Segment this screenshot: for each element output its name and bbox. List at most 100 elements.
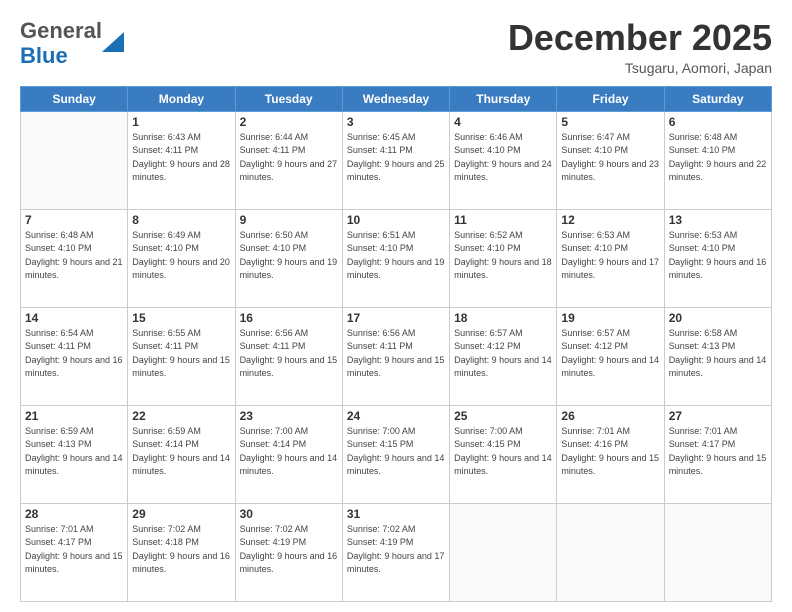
day-number: 3 [347, 115, 445, 129]
day-number: 16 [240, 311, 338, 325]
day-info: Sunrise: 6:57 AMSunset: 4:12 PMDaylight:… [561, 327, 659, 381]
calendar-cell-w3-d0: 21Sunrise: 6:59 AMSunset: 4:13 PMDayligh… [21, 405, 128, 503]
day-number: 30 [240, 507, 338, 521]
day-number: 22 [132, 409, 230, 423]
day-number: 5 [561, 115, 659, 129]
calendar-cell-w1-d3: 10Sunrise: 6:51 AMSunset: 4:10 PMDayligh… [342, 209, 449, 307]
calendar-cell-w4-d3: 31 Sunrise: 7:02 AMSunset: 4:19 PMDayligh… [342, 503, 449, 601]
month-title: December 2025 [508, 18, 772, 58]
day-info: Sunrise: 6:43 AMSunset: 4:11 PMDaylight:… [132, 131, 230, 185]
day-number: 29 [132, 507, 230, 521]
calendar-cell-w1-d0: 7 Sunrise: 6:48 AMSunset: 4:10 PMDaylight… [21, 209, 128, 307]
day-info: Sunrise: 6:56 AMSunset: 4:11 PMDaylight:… [347, 327, 445, 381]
day-info: Sunrise: 7:01 AMSunset: 4:16 PMDaylight:… [561, 425, 659, 479]
calendar-cell-w1-d4: 11 Sunrise: 6:52 AMSunset: 4:10 PMDayligh… [450, 209, 557, 307]
calendar-cell-w4-d2: 30 Sunrise: 7:02 AMSunset: 4:19 PMDayligh… [235, 503, 342, 601]
calendar-cell-w4-d0: 28Sunrise: 7:01 AMSunset: 4:17 PMDayligh… [21, 503, 128, 601]
day-number: 11 [454, 213, 552, 227]
day-number: 9 [240, 213, 338, 227]
day-info: Sunrise: 6:59 AMSunset: 4:13 PMDaylight:… [25, 425, 123, 479]
calendar-cell-w2-d3: 17 Sunrise: 6:56 AMSunset: 4:11 PMDayligh… [342, 307, 449, 405]
week-row-2: 14 Sunrise: 6:54 AMSunset: 4:11 PMDayligh… [21, 307, 772, 405]
day-number: 20 [669, 311, 767, 325]
day-info: Sunrise: 6:53 AMSunset: 4:10 PMDaylight:… [561, 229, 659, 283]
calendar-cell-w4-d5 [557, 503, 664, 601]
calendar-table: Sunday Monday Tuesday Wednesday Thursday… [20, 86, 772, 602]
calendar-cell-w3-d2: 23 Sunrise: 7:00 AMSunset: 4:14 PMDayligh… [235, 405, 342, 503]
calendar-cell-w3-d4: 25Sunrise: 7:00 AMSunset: 4:15 PMDayligh… [450, 405, 557, 503]
day-number: 6 [669, 115, 767, 129]
day-info: Sunrise: 6:48 AMSunset: 4:10 PMDaylight:… [25, 229, 123, 283]
day-number: 19 [561, 311, 659, 325]
day-number: 4 [454, 115, 552, 129]
day-info: Sunrise: 7:02 AMSunset: 4:18 PMDaylight:… [132, 523, 230, 577]
calendar-cell-w0-d6: 6 Sunrise: 6:48 AMSunset: 4:10 PMDaylight… [664, 111, 771, 209]
day-info: Sunrise: 6:52 AMSunset: 4:10 PMDaylight:… [454, 229, 552, 283]
logo-line2: Blue [20, 43, 68, 68]
day-number: 26 [561, 409, 659, 423]
day-number: 31 [347, 507, 445, 521]
day-info: Sunrise: 7:01 AMSunset: 4:17 PMDaylight:… [25, 523, 123, 577]
day-info: Sunrise: 7:02 AMSunset: 4:19 PMDaylight:… [347, 523, 445, 577]
calendar-cell-w0-d2: 2Sunrise: 6:44 AMSunset: 4:11 PMDaylight… [235, 111, 342, 209]
calendar-cell-w0-d1: 1 Sunrise: 6:43 AMSunset: 4:11 PMDaylight… [128, 111, 235, 209]
header-monday: Monday [128, 86, 235, 111]
header-sunday: Sunday [21, 86, 128, 111]
day-info: Sunrise: 6:53 AMSunset: 4:10 PMDaylight:… [669, 229, 767, 283]
day-number: 14 [25, 311, 123, 325]
day-number: 17 [347, 311, 445, 325]
calendar-cell-w0-d3: 3Sunrise: 6:45 AMSunset: 4:11 PMDaylight… [342, 111, 449, 209]
day-info: Sunrise: 7:00 AMSunset: 4:15 PMDaylight:… [454, 425, 552, 479]
calendar-cell-w3-d5: 26 Sunrise: 7:01 AMSunset: 4:16 PMDayligh… [557, 405, 664, 503]
day-info: Sunrise: 6:58 AMSunset: 4:13 PMDaylight:… [669, 327, 767, 381]
calendar-cell-w4-d6 [664, 503, 771, 601]
calendar-cell-w0-d4: 4 Sunrise: 6:46 AMSunset: 4:10 PMDaylight… [450, 111, 557, 209]
day-info: Sunrise: 6:47 AMSunset: 4:10 PMDaylight:… [561, 131, 659, 185]
day-number: 7 [25, 213, 123, 227]
logo-line1: General [20, 18, 102, 43]
calendar-cell-w4-d4 [450, 503, 557, 601]
calendar-cell-w3-d6: 27Sunrise: 7:01 AMSunset: 4:17 PMDayligh… [664, 405, 771, 503]
calendar-cell-w3-d3: 24Sunrise: 7:00 AMSunset: 4:15 PMDayligh… [342, 405, 449, 503]
day-info: Sunrise: 6:57 AMSunset: 4:12 PMDaylight:… [454, 327, 552, 381]
day-info: Sunrise: 6:44 AMSunset: 4:11 PMDaylight:… [240, 131, 338, 185]
day-info: Sunrise: 7:00 AMSunset: 4:14 PMDaylight:… [240, 425, 338, 479]
day-number: 18 [454, 311, 552, 325]
calendar-cell-w3-d1: 22 Sunrise: 6:59 AMSunset: 4:14 PMDayligh… [128, 405, 235, 503]
header-thursday: Thursday [450, 86, 557, 111]
calendar-cell-w2-d0: 14 Sunrise: 6:54 AMSunset: 4:11 PMDayligh… [21, 307, 128, 405]
header-wednesday: Wednesday [342, 86, 449, 111]
day-info: Sunrise: 6:49 AMSunset: 4:10 PMDaylight:… [132, 229, 230, 283]
day-number: 24 [347, 409, 445, 423]
calendar-cell-w2-d6: 20 Sunrise: 6:58 AMSunset: 4:13 PMDayligh… [664, 307, 771, 405]
day-info: Sunrise: 7:02 AMSunset: 4:19 PMDaylight:… [240, 523, 338, 577]
day-info: Sunrise: 6:59 AMSunset: 4:14 PMDaylight:… [132, 425, 230, 479]
day-number: 23 [240, 409, 338, 423]
day-info: Sunrise: 6:56 AMSunset: 4:11 PMDaylight:… [240, 327, 338, 381]
calendar-cell-w4-d1: 29 Sunrise: 7:02 AMSunset: 4:18 PMDayligh… [128, 503, 235, 601]
day-info: Sunrise: 6:54 AMSunset: 4:11 PMDaylight:… [25, 327, 123, 381]
day-info: Sunrise: 6:55 AMSunset: 4:11 PMDaylight:… [132, 327, 230, 381]
weekday-header-row: Sunday Monday Tuesday Wednesday Thursday… [21, 86, 772, 111]
calendar-cell-w2-d2: 16 Sunrise: 6:56 AMSunset: 4:11 PMDayligh… [235, 307, 342, 405]
day-info: Sunrise: 7:01 AMSunset: 4:17 PMDaylight:… [669, 425, 767, 479]
day-number: 1 [132, 115, 230, 129]
calendar-cell-w1-d6: 13 Sunrise: 6:53 AMSunset: 4:10 PMDayligh… [664, 209, 771, 307]
calendar-cell-w0-d5: 5 Sunrise: 6:47 AMSunset: 4:10 PMDaylight… [557, 111, 664, 209]
calendar-cell-w1-d2: 9Sunrise: 6:50 AMSunset: 4:10 PMDaylight… [235, 209, 342, 307]
title-block: December 2025 Tsugaru, Aomori, Japan [508, 18, 772, 76]
day-number: 13 [669, 213, 767, 227]
day-number: 8 [132, 213, 230, 227]
calendar-cell-w2-d5: 19 Sunrise: 6:57 AMSunset: 4:12 PMDayligh… [557, 307, 664, 405]
week-row-3: 21Sunrise: 6:59 AMSunset: 4:13 PMDayligh… [21, 405, 772, 503]
logo: General Blue [20, 18, 102, 69]
calendar-cell-w1-d5: 12Sunrise: 6:53 AMSunset: 4:10 PMDayligh… [557, 209, 664, 307]
day-number: 10 [347, 213, 445, 227]
location: Tsugaru, Aomori, Japan [508, 60, 772, 76]
header: General Blue December 2025 Tsugaru, Aomo… [20, 18, 772, 76]
calendar-cell-w2-d1: 15Sunrise: 6:55 AMSunset: 4:11 PMDayligh… [128, 307, 235, 405]
page: General Blue December 2025 Tsugaru, Aomo… [0, 0, 792, 612]
day-info: Sunrise: 6:48 AMSunset: 4:10 PMDaylight:… [669, 131, 767, 185]
day-info: Sunrise: 6:46 AMSunset: 4:10 PMDaylight:… [454, 131, 552, 185]
calendar-cell-w2-d4: 18 Sunrise: 6:57 AMSunset: 4:12 PMDayligh… [450, 307, 557, 405]
